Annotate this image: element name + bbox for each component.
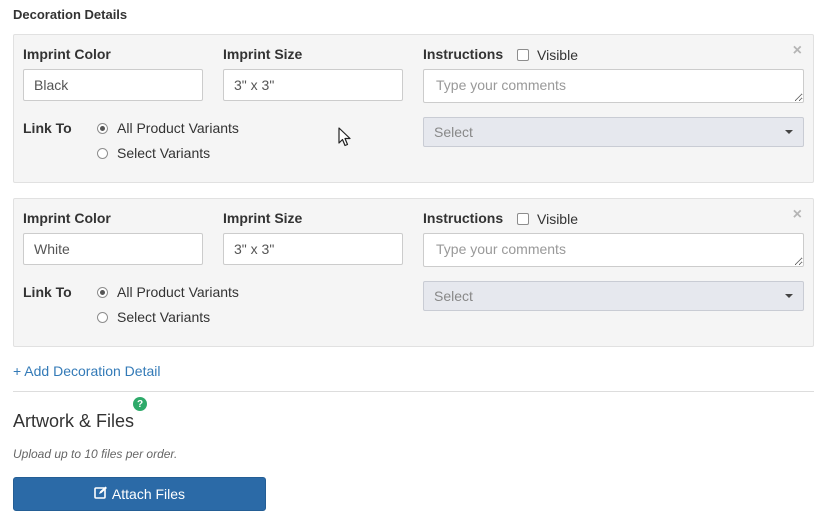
section-divider bbox=[13, 391, 814, 392]
variants-select-value: Select bbox=[434, 124, 473, 140]
instructions-textarea[interactable] bbox=[423, 69, 804, 103]
imprint-size-input[interactable] bbox=[223, 69, 403, 101]
visible-checkbox-group[interactable]: Visible bbox=[517, 47, 578, 63]
attach-files-label: Attach Files bbox=[111, 486, 186, 502]
artwork-files-title: Artwork & Files bbox=[13, 411, 135, 431]
visible-label: Visible bbox=[537, 47, 578, 63]
radio-select-variants-label: Select Variants bbox=[117, 145, 211, 161]
chevron-down-icon bbox=[785, 130, 793, 134]
instructions-label: Instructions bbox=[423, 210, 504, 226]
visible-checkbox-group[interactable]: Visible bbox=[517, 211, 578, 227]
variants-select-value: Select bbox=[434, 288, 473, 304]
link-to-label: Link To bbox=[23, 120, 72, 136]
instructions-textarea[interactable] bbox=[423, 233, 804, 267]
mouse-pointer-icon bbox=[338, 127, 352, 150]
imprint-color-input[interactable] bbox=[23, 233, 203, 265]
imprint-color-label: Imprint Color bbox=[23, 210, 111, 226]
radio-select-variants[interactable]: Select Variants bbox=[97, 145, 210, 161]
edit-icon bbox=[94, 486, 112, 502]
chevron-down-icon bbox=[785, 294, 793, 298]
decoration-panel-2: Imprint Color Imprint Size Instructions … bbox=[13, 198, 814, 347]
radio-all-variants[interactable]: All Product Variants bbox=[97, 284, 239, 300]
decoration-details-title: Decoration Details bbox=[13, 7, 128, 22]
radio-select-variants-input[interactable] bbox=[97, 147, 108, 159]
attach-files-button[interactable]: Attach Files bbox=[13, 477, 266, 511]
radio-all-variants-label: All Product Variants bbox=[117, 120, 239, 136]
imprint-color-label: Imprint Color bbox=[23, 46, 111, 62]
radio-all-variants-input[interactable] bbox=[97, 122, 108, 134]
radio-all-variants[interactable]: All Product Variants bbox=[97, 120, 239, 136]
close-icon[interactable]: × bbox=[793, 43, 802, 59]
radio-all-variants-input[interactable] bbox=[97, 286, 108, 298]
radio-select-variants[interactable]: Select Variants bbox=[97, 309, 210, 325]
visible-checkbox[interactable] bbox=[517, 213, 529, 225]
radio-select-variants-input[interactable] bbox=[97, 311, 108, 323]
imprint-size-label: Imprint Size bbox=[223, 210, 303, 226]
imprint-size-input[interactable] bbox=[223, 233, 403, 265]
radio-select-variants-label: Select Variants bbox=[117, 309, 211, 325]
variants-select[interactable]: Select bbox=[423, 117, 804, 147]
visible-label: Visible bbox=[537, 211, 578, 227]
add-decoration-detail-link[interactable]: + Add Decoration Detail bbox=[13, 363, 160, 379]
help-icon[interactable]: ? bbox=[133, 397, 147, 411]
instructions-label: Instructions bbox=[423, 46, 504, 62]
radio-all-variants-label: All Product Variants bbox=[117, 284, 239, 300]
link-to-label: Link To bbox=[23, 284, 72, 300]
variants-select[interactable]: Select bbox=[423, 281, 804, 311]
upload-note: Upload up to 10 files per order. bbox=[13, 447, 178, 461]
visible-checkbox[interactable] bbox=[517, 49, 529, 61]
close-icon[interactable]: × bbox=[793, 207, 802, 223]
imprint-size-label: Imprint Size bbox=[223, 46, 303, 62]
decoration-panel-1: Imprint Color Imprint Size Instructions … bbox=[13, 34, 814, 183]
imprint-color-input[interactable] bbox=[23, 69, 203, 101]
